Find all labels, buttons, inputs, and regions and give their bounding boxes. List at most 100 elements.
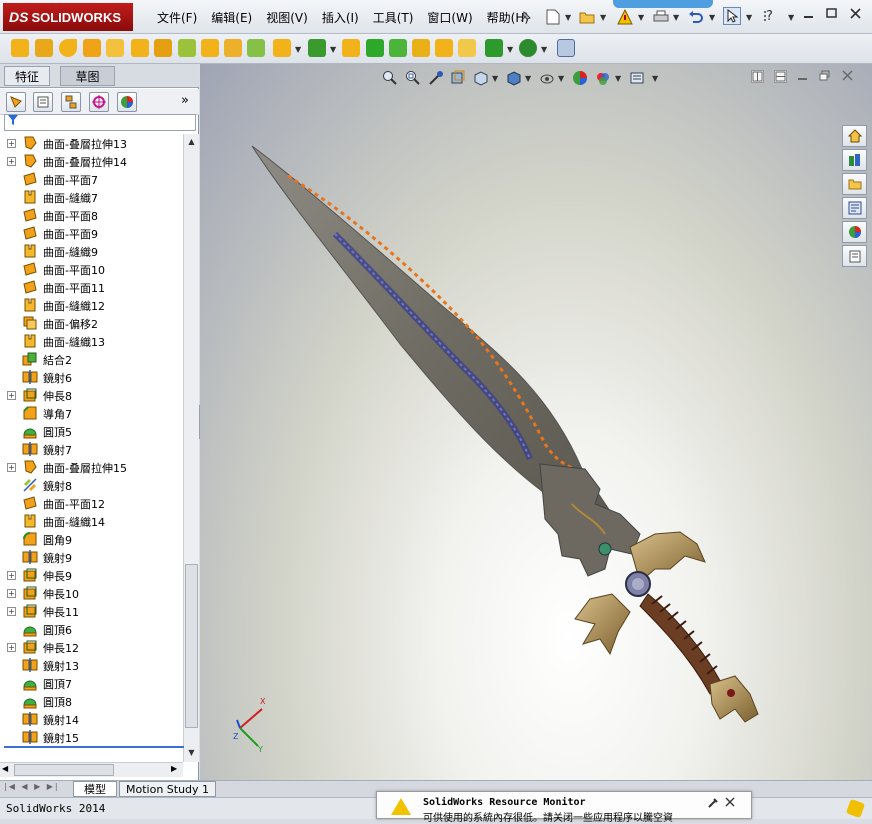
view-palette-icon[interactable]	[842, 197, 867, 219]
tree-item[interactable]: 鏡射14	[0, 710, 183, 728]
expand-toggle-icon[interactable]: +	[7, 139, 16, 148]
tree-item[interactable]: 鏡射8	[0, 476, 183, 494]
expand-tabs-button[interactable]: »	[181, 93, 189, 108]
instant3d-icon[interactable]	[557, 39, 575, 57]
extend-surface-icon[interactable]	[224, 39, 242, 57]
tree-item[interactable]: 曲面-平面9	[0, 224, 183, 242]
tree-vertical-scrollbar[interactable]: ▲ ▼	[183, 134, 199, 762]
expand-toggle-icon[interactable]: +	[7, 607, 16, 616]
tree-item[interactable]: 結合2	[0, 350, 183, 368]
trim-surface-icon[interactable]	[247, 39, 265, 57]
tree-item[interactable]: 曲面-平面11	[0, 278, 183, 296]
tab-model[interactable]: 模型	[73, 781, 117, 797]
design-library-icon[interactable]	[842, 149, 867, 171]
tree-item[interactable]: 圓頂8	[0, 692, 183, 710]
delete-face-icon[interactable]	[342, 39, 360, 57]
tree-item[interactable]: 曲面-縫織13	[0, 332, 183, 350]
expand-toggle-icon[interactable]: +	[7, 157, 16, 166]
lofted-surface-icon[interactable]	[83, 39, 101, 57]
tree-item[interactable]: + 曲面-叠層拉伸13	[0, 134, 183, 152]
hscroll-thumb[interactable]	[14, 764, 114, 776]
tree-item[interactable]: 圓頂5	[0, 422, 183, 440]
extruded-surface-icon[interactable]	[11, 39, 29, 57]
new-document-icon[interactable]	[544, 8, 562, 26]
select-cursor-icon[interactable]	[723, 7, 741, 25]
tree-item[interactable]: 導角7	[0, 404, 183, 422]
tree-item[interactable]: 鏡射15	[0, 728, 183, 746]
print-dropdown-icon[interactable]: ▼	[673, 13, 679, 22]
untrim-surface-icon[interactable]	[389, 39, 407, 57]
tree-item[interactable]: 曲面-平面10	[0, 260, 183, 278]
file-explorer-icon[interactable]	[842, 173, 867, 195]
menu-edit[interactable]: 编辑(E)	[204, 10, 259, 26]
rebuild-status-icon[interactable]	[845, 798, 866, 819]
menu-view[interactable]: 视图(V)	[259, 10, 315, 26]
help-dropdown-icon[interactable]: ▼	[788, 13, 794, 22]
maximize-icon[interactable]	[826, 8, 837, 23]
minimize-icon[interactable]	[803, 8, 814, 23]
print-icon[interactable]	[652, 8, 670, 26]
revolved-surface-icon[interactable]	[35, 39, 53, 57]
popup-settings-icon[interactable]	[707, 797, 719, 812]
popup-close-icon[interactable]	[725, 797, 735, 810]
pattern-dropdown-icon[interactable]: ▼	[330, 45, 336, 54]
tree-item[interactable]: + 伸長12	[0, 638, 183, 656]
tree-item[interactable]: 鏡射7	[0, 440, 183, 458]
tree-item[interactable]: 圓角9	[0, 530, 183, 548]
undo-icon[interactable]	[687, 8, 705, 26]
resource-monitor-popup[interactable]: SolidWorks Resource Monitor 可供使用的系統內存很低。…	[376, 791, 752, 824]
select-dropdown-icon[interactable]: ▼	[746, 13, 752, 22]
tree-item[interactable]: + 伸長11	[0, 602, 183, 620]
radiated-surface-icon[interactable]	[154, 39, 172, 57]
expand-toggle-icon[interactable]: +	[7, 643, 16, 652]
display-manager-icon[interactable]	[117, 92, 137, 112]
menu-tools[interactable]: 工具(T)	[366, 10, 421, 26]
pin-icon[interactable]	[516, 8, 534, 26]
tree-item[interactable]: 曲面-平面8	[0, 206, 183, 224]
scroll-left-icon[interactable]: ◀	[2, 764, 8, 773]
rollback-bar[interactable]	[4, 746, 184, 748]
tree-item[interactable]: 圓頂6	[0, 620, 183, 638]
fillet-dropdown-icon[interactable]: ▼	[295, 45, 301, 54]
scroll-thumb[interactable]	[185, 564, 198, 728]
tree-horizontal-scrollbar[interactable]: ◀ ▶	[0, 762, 183, 777]
tree-item[interactable]: 曲面-平面12	[0, 494, 183, 512]
curves-dropdown-icon[interactable]: ▼	[541, 45, 547, 54]
graphics-area[interactable]: ▼ ▼ ▼ ▼ ▼ X Y Z	[200, 64, 872, 780]
tree-item[interactable]: 曲面-平面7	[0, 170, 183, 188]
tree-item[interactable]: 曲面-偏移2	[0, 314, 183, 332]
pattern-icon[interactable]	[308, 39, 326, 57]
curves-icon[interactable]	[519, 39, 537, 57]
swept-surface-icon[interactable]	[59, 39, 77, 57]
tree-item[interactable]: + 伸長10	[0, 584, 183, 602]
scroll-up-icon[interactable]: ▲	[185, 135, 198, 149]
home-icon[interactable]	[842, 125, 867, 147]
menu-insert[interactable]: 插入(I)	[315, 10, 366, 26]
open-dropdown-icon[interactable]: ▼	[600, 13, 606, 22]
featuremanager-icon[interactable]	[6, 92, 26, 112]
thicken-icon[interactable]	[412, 39, 430, 57]
configurationmanager-icon[interactable]	[61, 92, 81, 112]
tree-item[interactable]: 曲面-縫織7	[0, 188, 183, 206]
expand-toggle-icon[interactable]: +	[7, 571, 16, 580]
reference-dropdown-icon[interactable]: ▼	[507, 45, 513, 54]
appearances-icon[interactable]	[842, 221, 867, 243]
dimxpert-icon[interactable]	[89, 92, 109, 112]
menu-file[interactable]: 文件(F)	[150, 10, 204, 26]
rebuild-warning-icon[interactable]	[616, 8, 634, 26]
tree-item[interactable]: 鏡射9	[0, 548, 183, 566]
tab-nav-arrows[interactable]: |◀ ◀ ▶ ▶|	[4, 782, 60, 791]
tree-item[interactable]: 鏡射13	[0, 656, 183, 674]
tree-item[interactable]: 曲面-縫織12	[0, 296, 183, 314]
custom-properties-icon[interactable]	[842, 245, 867, 267]
tree-item[interactable]: 曲面-縫織9	[0, 242, 183, 260]
knit-surface-icon[interactable]	[178, 39, 196, 57]
scroll-down-icon[interactable]: ▼	[185, 746, 198, 760]
scroll-right-icon[interactable]: ▶	[171, 764, 177, 773]
expand-toggle-icon[interactable]: +	[7, 589, 16, 598]
expand-toggle-icon[interactable]: +	[7, 391, 16, 400]
tree-item[interactable]: 圓頂7	[0, 674, 183, 692]
undo-dropdown-icon[interactable]: ▼	[709, 13, 715, 22]
sword-model[interactable]: X Y Z	[200, 64, 872, 780]
open-folder-icon[interactable]	[578, 8, 596, 26]
